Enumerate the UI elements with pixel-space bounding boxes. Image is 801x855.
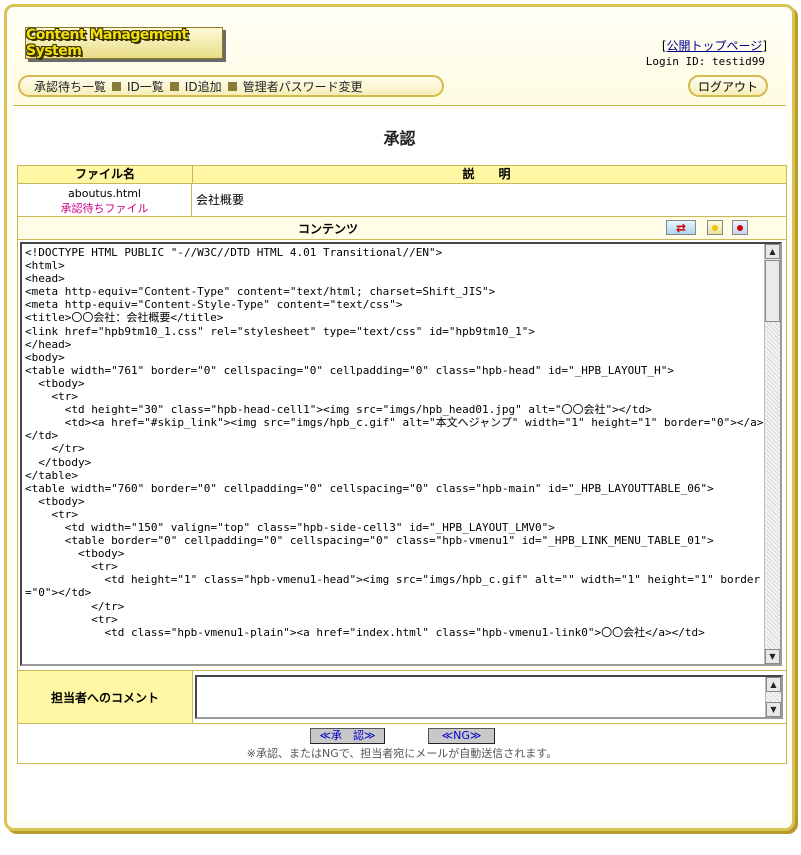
page-title: 承認 [383,129,416,148]
file-name: aboutus.html [68,187,141,200]
scroll-down-icon[interactable]: ▼ [765,649,780,664]
mail-note: ※承認、またはNGで、担当者宛にメールが自動送信されます。 [246,747,558,760]
approve-button[interactable]: ≪承 認≫ [310,728,385,744]
login-id: Login ID: testid99 [645,55,765,68]
nav-bullet-icon [112,81,122,91]
header: Content Management System [公開トップページ] Log… [13,13,786,106]
content-label: コンテンツ [297,222,358,236]
scroll-thumb[interactable] [765,260,780,322]
comment-row: 担当者へのコメント ▲ ▼ [18,671,786,724]
preview-page-icon[interactable] [707,220,723,235]
source-page-icon[interactable] [732,220,748,235]
actions-row: ≪承 認≫ ≪NG≫ ※承認、またはNGで、担当者宛にメールが自動送信されます。 [18,724,786,763]
scroll-down-icon[interactable]: ▼ [766,702,781,717]
header-description: 説 明 [462,167,517,181]
file-cell: aboutus.html 承認待ちファイル [18,184,192,216]
scroll-up-icon[interactable]: ▲ [766,677,781,692]
table-row: aboutus.html 承認待ちファイル 会社概要 [18,184,786,217]
swap-arrows-icon[interactable]: ⇄ [666,220,696,235]
nav-bullet-icon [169,81,179,91]
content-area: Content Management System [公開トップページ] Log… [13,13,787,820]
code-scrollbar[interactable]: ▲ ▼ [764,244,780,664]
file-description: 会社概要 [196,193,245,207]
file-status: 承認待ちファイル [60,202,149,215]
approval-table: ファイル名 説 明 aboutus.html 承認待ちファイル 会社概要 コンテ… [17,165,787,764]
nav-item-add-id[interactable]: ID追加 [169,78,222,95]
logo: Content Management System [25,27,223,59]
nav-item-pending-list[interactable]: 承認待ち一覧 [34,78,106,95]
comment-label: 担当者へのコメント [18,671,193,723]
public-top-link[interactable]: 公開トップページ [667,39,763,53]
logo-text: Content Management System [26,27,188,59]
nav-item-id-list[interactable]: ID一覧 [112,78,164,95]
ng-button[interactable]: ≪NG≫ [428,728,495,744]
content-header-row: コンテンツ ⇄ [18,217,786,240]
table-header-row: ファイル名 説 明 [18,166,786,184]
public-top-link-wrap: [公開トップページ] [661,39,767,53]
header-file-name: ファイル名 [18,166,193,183]
nav-bar: 承認待ち一覧 ID一覧 ID追加 管理者パスワード変更 [18,75,444,97]
comment-scrollbar[interactable]: ▲ ▼ [765,677,781,717]
code-text: <!DOCTYPE HTML PUBLIC "-//W3C//DTD HTML … [25,246,764,639]
comment-cell: ▲ ▼ [193,671,786,723]
code-textarea[interactable]: <!DOCTYPE HTML PUBLIC "-//W3C//DTD HTML … [20,242,782,666]
scroll-up-icon[interactable]: ▲ [765,244,780,259]
nav-item-admin-password[interactable]: 管理者パスワード変更 [227,78,363,95]
nav-bullet-icon [227,81,237,91]
comment-textarea[interactable]: ▲ ▼ [195,675,783,719]
logout-button[interactable]: ログアウト [688,75,768,97]
code-row: <!DOCTYPE HTML PUBLIC "-//W3C//DTD HTML … [18,240,786,671]
